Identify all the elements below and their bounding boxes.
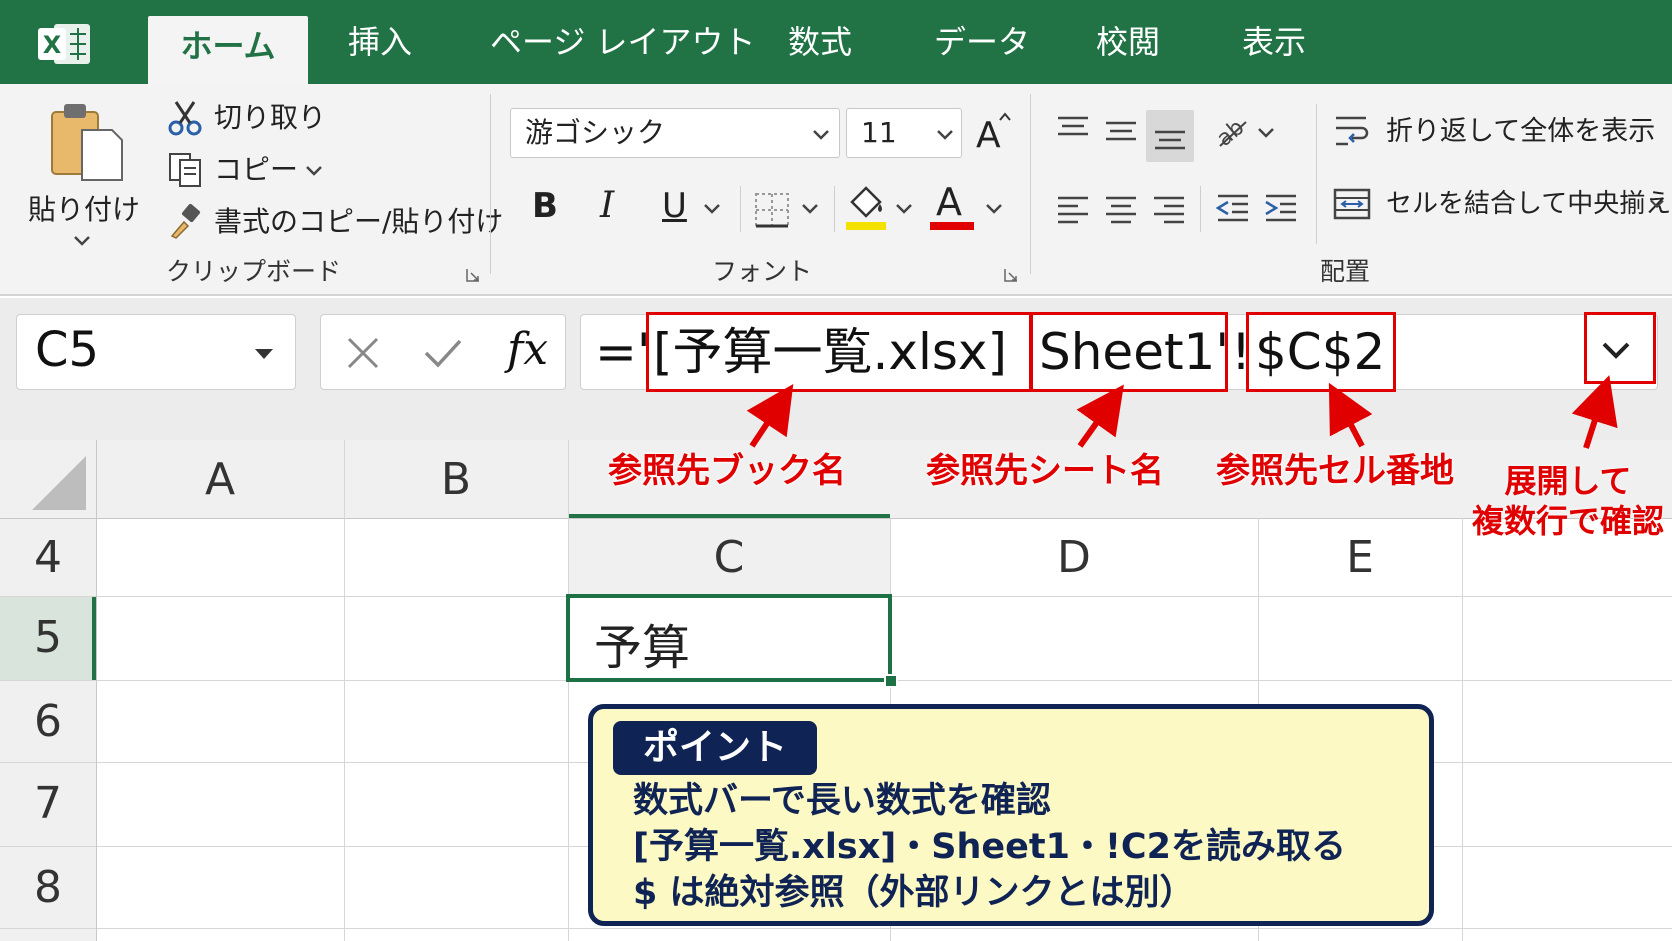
annotation-sheet-name: 参照先シート名 xyxy=(926,451,1164,491)
cell-arrow xyxy=(1328,382,1373,448)
point-line-2: [予算一覧.xlsx]・Sheet1・!C2を読み取る xyxy=(633,827,1346,867)
point-line-3: $ は絶対参照（外部リンクとは別） xyxy=(633,873,1195,913)
book-arrow xyxy=(746,384,794,448)
point-line-1: 数式バーで長い数式を確認 xyxy=(633,781,1051,821)
annotation-expand-line1: 展開して xyxy=(1504,462,1632,500)
annotation-cell-address: 参照先セル番地 xyxy=(1216,451,1454,491)
annotation-book-name: 参照先ブック名 xyxy=(608,451,846,491)
expand-arrow xyxy=(1571,375,1618,449)
annotation-expand-line2: 複数行で確認 xyxy=(1471,502,1664,540)
point-callout: ポイント 数式バーで長い数式を確認 [予算一覧.xlsx]・Sheet1・!C2… xyxy=(588,704,1434,926)
point-badge: ポイント xyxy=(613,721,817,775)
sheet-arrow xyxy=(1076,384,1124,448)
